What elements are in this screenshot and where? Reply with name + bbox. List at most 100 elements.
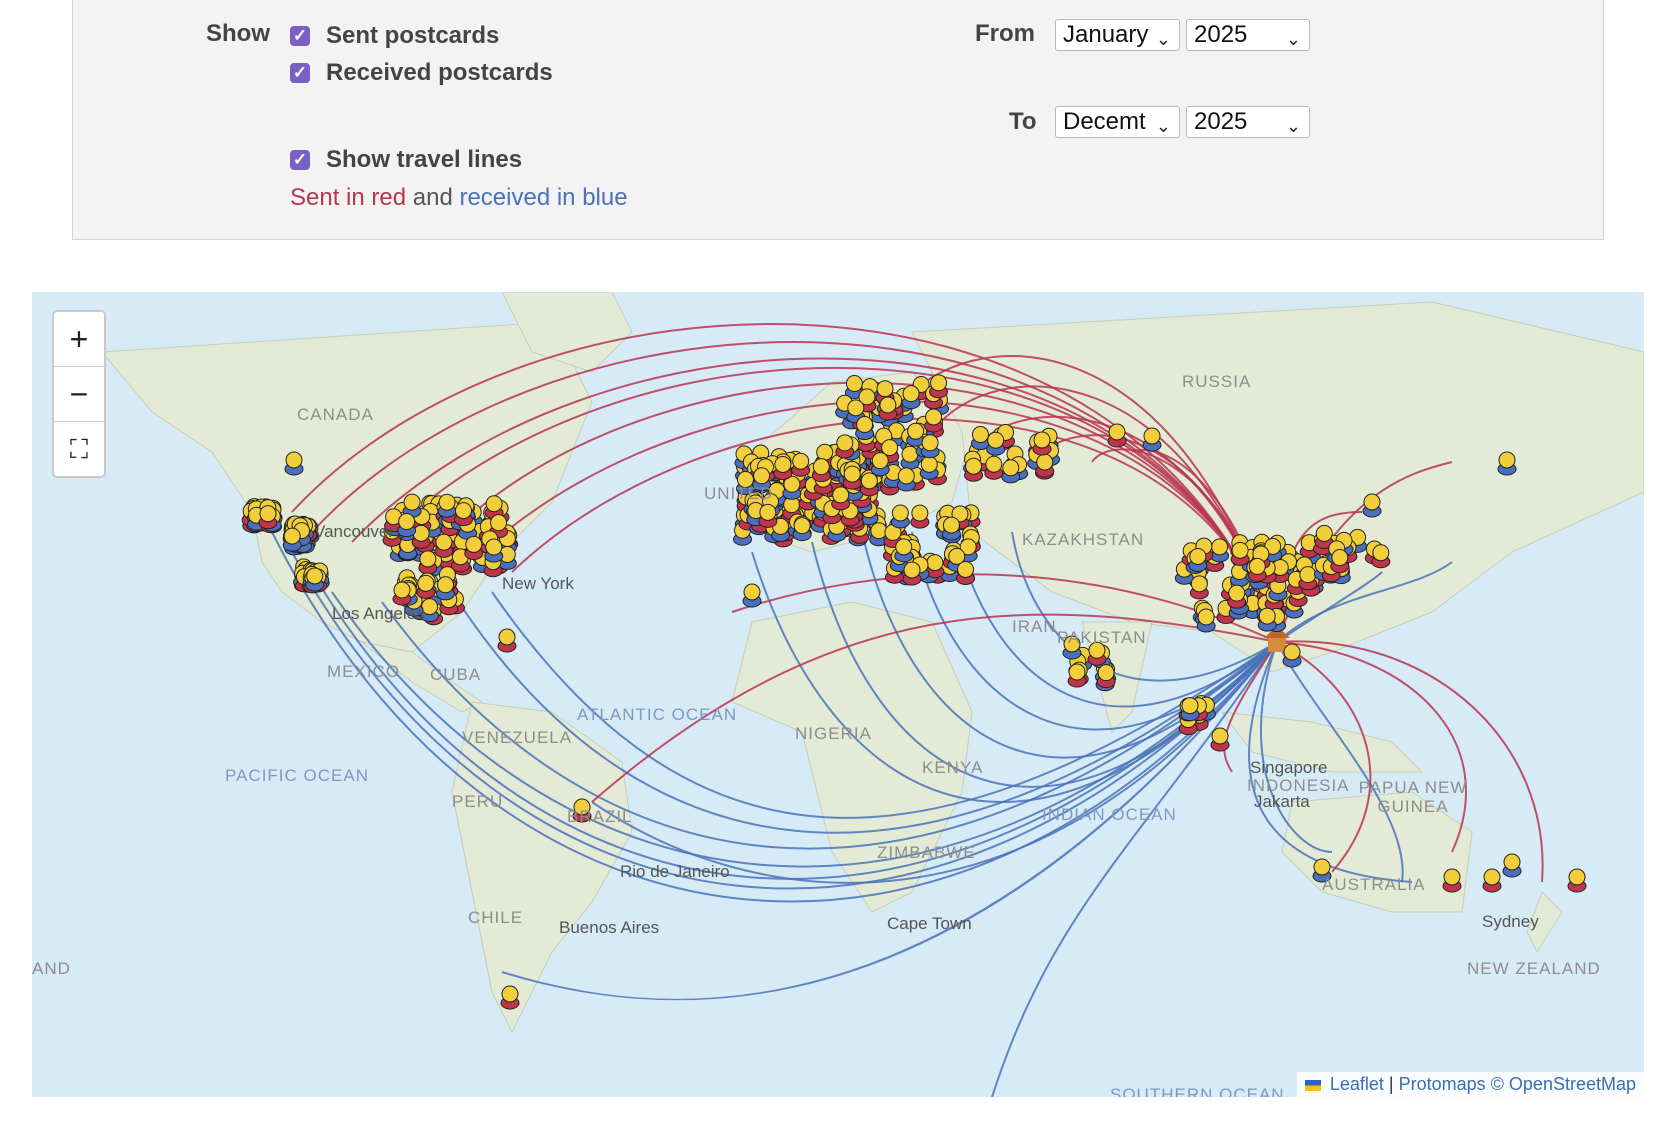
user-marker[interactable]: [792, 453, 810, 476]
user-marker[interactable]: [1231, 542, 1249, 565]
postcard-map[interactable]: CANADA RUSSIA KAZAKHSTAN MEXICO CUBA VEN…: [32, 292, 1644, 1097]
user-marker[interactable]: [920, 456, 938, 479]
user-marker[interactable]: [1483, 869, 1501, 892]
to-year-select[interactable]: 2025 ⌄: [1186, 106, 1310, 138]
user-marker[interactable]: [879, 397, 897, 420]
user-marker[interactable]: [930, 375, 948, 398]
user-marker[interactable]: [1097, 665, 1115, 688]
from-month-select[interactable]: January ⌄: [1055, 19, 1180, 51]
user-marker[interactable]: [925, 409, 943, 432]
region-label-russia: RUSSIA: [1182, 372, 1251, 392]
user-marker[interactable]: [860, 473, 878, 496]
user-marker[interactable]: [843, 466, 861, 489]
user-marker[interactable]: [957, 561, 975, 584]
received-postcards-checkbox[interactable]: ✓: [290, 63, 310, 83]
chevron-down-icon: ⌄: [1156, 24, 1171, 51]
user-marker[interactable]: [783, 476, 801, 499]
user-marker[interactable]: [285, 452, 303, 475]
chevron-down-icon: ⌄: [1286, 24, 1301, 51]
user-marker[interactable]: [965, 458, 983, 481]
user-marker[interactable]: [897, 468, 915, 491]
user-marker[interactable]: [393, 582, 411, 605]
user-marker[interactable]: [1181, 698, 1199, 721]
user-marker[interactable]: [1283, 644, 1301, 667]
zoom-out-button[interactable]: −: [54, 367, 104, 422]
user-marker[interactable]: [1068, 664, 1086, 687]
user-marker[interactable]: [1211, 728, 1229, 751]
user-marker[interactable]: [856, 417, 874, 440]
user-marker[interactable]: [1033, 432, 1051, 455]
user-marker[interactable]: [891, 505, 909, 528]
user-marker[interactable]: [498, 629, 516, 652]
user-marker[interactable]: [283, 528, 301, 551]
user-marker[interactable]: [1248, 558, 1266, 581]
user-marker[interactable]: [793, 518, 811, 541]
user-marker[interactable]: [306, 568, 324, 591]
user-marker[interactable]: [465, 536, 483, 559]
region-label-pakistan: PAKISTAN: [1057, 628, 1147, 648]
user-marker[interactable]: [1036, 454, 1054, 477]
user-marker[interactable]: [911, 505, 929, 528]
user-marker[interactable]: [987, 432, 1005, 455]
protomaps-link[interactable]: Protomaps: [1399, 1074, 1486, 1094]
user-marker[interactable]: [836, 435, 854, 458]
user-marker[interactable]: [902, 386, 920, 409]
user-marker[interactable]: [971, 427, 989, 450]
from-year-select[interactable]: 2025 ⌄: [1186, 19, 1310, 51]
city-label-vancouver: Vancouver: [314, 522, 394, 542]
to-month-select[interactable]: Decemt ⌄: [1055, 106, 1180, 138]
user-marker[interactable]: [485, 539, 503, 562]
user-marker[interactable]: [942, 517, 960, 540]
user-marker[interactable]: [1331, 550, 1349, 573]
user-marker[interactable]: [1108, 424, 1126, 447]
user-marker[interactable]: [417, 575, 435, 598]
received-postcards-option[interactable]: ✓ Received postcards: [290, 59, 553, 87]
user-marker[interactable]: [1363, 494, 1381, 517]
user-marker[interactable]: [1258, 608, 1276, 631]
zoom-in-button[interactable]: +: [54, 312, 104, 367]
user-marker[interactable]: [1143, 428, 1161, 451]
region-label-mexico: MEXICO: [327, 662, 400, 682]
user-marker[interactable]: [774, 456, 792, 479]
user-marker[interactable]: [1197, 609, 1215, 632]
fullscreen-button[interactable]: ⛶: [54, 422, 104, 476]
user-marker[interactable]: [1189, 548, 1207, 571]
user-marker[interactable]: [871, 453, 889, 476]
user-marker[interactable]: [832, 487, 850, 510]
user-marker[interactable]: [759, 504, 777, 527]
user-marker[interactable]: [1443, 869, 1461, 892]
user-marker[interactable]: [921, 435, 939, 458]
travel-lines-option[interactable]: ✓ Show travel lines: [290, 146, 522, 174]
user-marker[interactable]: [1228, 585, 1246, 608]
sent-postcards-option[interactable]: ✓ Sent postcards: [290, 22, 499, 50]
filter-panel: Show ✓ Sent postcards ✓ Received postcar…: [72, 0, 1604, 240]
user-marker[interactable]: [259, 506, 277, 529]
user-marker[interactable]: [1498, 452, 1516, 475]
user-marker[interactable]: [1503, 854, 1521, 877]
from-label: From: [975, 20, 1035, 48]
map-canvas[interactable]: [32, 292, 1644, 1097]
user-marker[interactable]: [903, 562, 921, 585]
user-marker[interactable]: [1568, 869, 1586, 892]
user-marker[interactable]: [398, 514, 416, 537]
user-marker[interactable]: [1211, 539, 1229, 562]
osm-link[interactable]: © OpenStreetMap: [1491, 1074, 1636, 1094]
travel-lines-checkbox[interactable]: ✓: [290, 150, 310, 170]
user-marker[interactable]: [985, 456, 1003, 479]
user-marker[interactable]: [743, 584, 761, 607]
user-marker[interactable]: [812, 459, 830, 482]
region-label-united: UNITED: [704, 484, 773, 504]
user-marker[interactable]: [1372, 545, 1390, 568]
user-marker[interactable]: [501, 986, 519, 1009]
user-marker[interactable]: [1190, 576, 1208, 599]
user-marker[interactable]: [454, 503, 472, 526]
user-marker[interactable]: [438, 494, 456, 517]
user-marker[interactable]: [435, 534, 453, 557]
user-marker[interactable]: [436, 577, 454, 600]
leaflet-link[interactable]: Leaflet: [1330, 1074, 1384, 1094]
user-marker[interactable]: [1299, 567, 1317, 590]
user-marker[interactable]: [1002, 460, 1020, 483]
sent-postcards-checkbox[interactable]: ✓: [290, 26, 310, 46]
user-marker[interactable]: [895, 539, 913, 562]
user-marker[interactable]: [419, 551, 437, 574]
